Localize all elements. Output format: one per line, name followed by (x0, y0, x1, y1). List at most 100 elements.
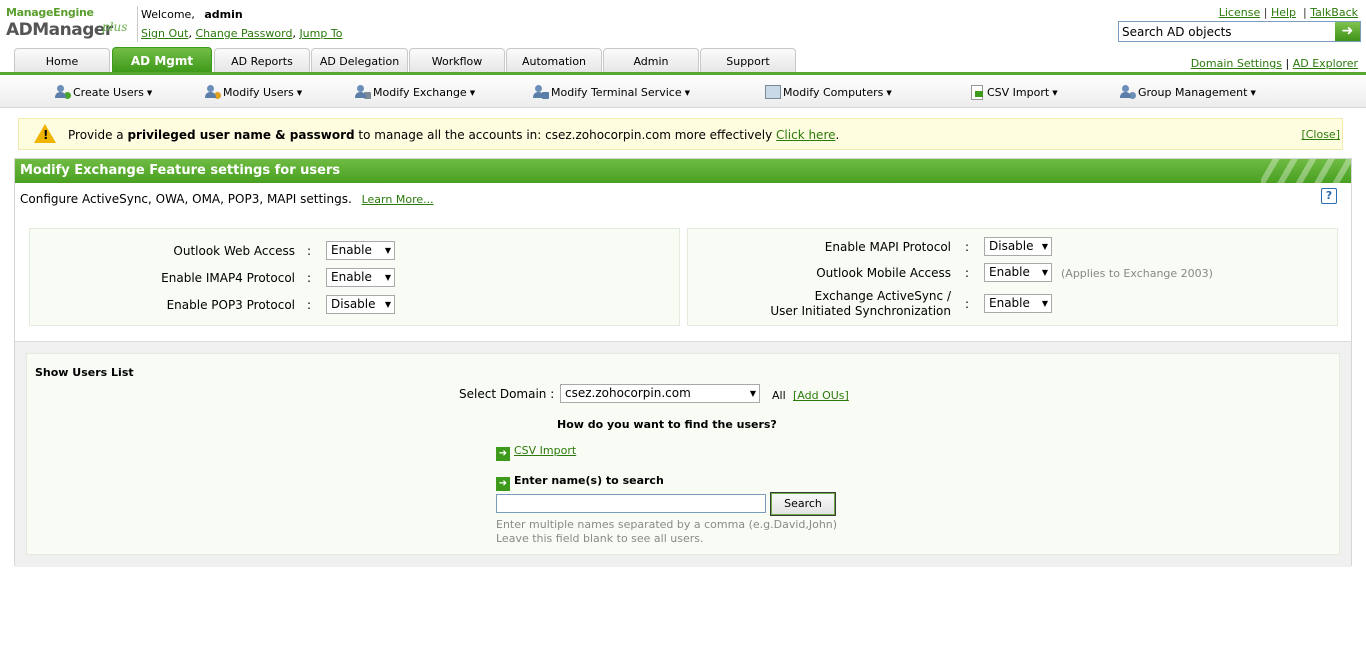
colon: : (307, 298, 312, 312)
learn-more-link[interactable]: Learn More... (362, 193, 434, 206)
owa-select[interactable]: Enable ▼ (326, 241, 395, 260)
exchange-2003-note: (Applies to Exchange 2003) (1061, 267, 1213, 280)
tab-automation[interactable]: Automation (506, 48, 602, 72)
submenu-modify-exchange[interactable]: Modify Exchange ▼ (355, 85, 475, 99)
modify-exchange-icon (355, 85, 371, 99)
submenu-bar: Create Users ▼ Modify Users ▼ Modify Excha… (0, 75, 1366, 108)
all-label: All (772, 389, 786, 402)
colon: : (307, 271, 312, 285)
enter-names-label: Enter name(s) to search (514, 474, 664, 487)
submenu-label: CSV Import (987, 86, 1050, 99)
change-password-link[interactable]: Change Password (195, 27, 292, 40)
domain-select[interactable]: csez.zohocorpin.com ▼ (560, 384, 760, 403)
help-link[interactable]: Help (1271, 6, 1296, 19)
submenu-group-management[interactable]: Group Management ▼ (1120, 85, 1256, 99)
setting-label: Outlook Mobile Access (816, 266, 951, 280)
alert-text: . (835, 128, 840, 142)
tab-admin[interactable]: Admin (603, 48, 699, 72)
submenu-create-users[interactable]: Create Users ▼ (55, 85, 152, 99)
panel-description: Configure ActiveSync, OWA, OMA, POP3, MA… (20, 192, 434, 206)
csv-import-link[interactable]: CSV Import (514, 444, 576, 457)
submenu-csv-import[interactable]: CSV Import ▼ (969, 85, 1058, 100)
ad-search-input[interactable] (1119, 22, 1334, 41)
submenu-modify-terminal-service[interactable]: Modify Terminal Service ▼ (533, 85, 690, 99)
caret-down-icon: ▼ (146, 89, 153, 97)
jump-to-link[interactable]: Jump To (299, 27, 342, 40)
find-users-question: How do you want to find the users? (557, 418, 777, 431)
csv-import-option[interactable]: ➜ CSV Import (496, 444, 576, 461)
caret-down-icon: ▼ (469, 89, 476, 97)
setting-label: Exchange ActiveSync / (814, 289, 951, 303)
submenu-modify-users[interactable]: Modify Users ▼ (205, 85, 302, 99)
search-button[interactable]: Search (770, 492, 836, 516)
header-divider (137, 6, 138, 42)
panel-title: Modify Exchange Feature settings for use… (20, 163, 341, 178)
user-links: Sign Out, Change Password, Jump To (141, 27, 343, 40)
tab-ad-reports[interactable]: AD Reports (214, 48, 310, 72)
sign-out-link[interactable]: Sign Out (141, 27, 188, 40)
dropdown-arrow-icon: ▼ (749, 389, 756, 398)
colon: : (965, 240, 970, 254)
terminal-service-icon (533, 85, 549, 99)
click-here-link[interactable]: Click here (776, 128, 835, 142)
manageengine-logo: ManageEngine ADManager plus (6, 6, 136, 46)
ad-explorer-link[interactable]: AD Explorer (1293, 57, 1358, 70)
alert-close-link[interactable]: [Close] (1301, 128, 1340, 141)
computer-icon (765, 85, 781, 99)
caret-down-icon: ▼ (886, 89, 892, 97)
oma-select[interactable]: Enable ▼ (984, 263, 1052, 282)
colon: : (965, 266, 970, 280)
show-users-box: Show Users List Select Domain : csez.zoh… (26, 353, 1340, 555)
dropdown-arrow-icon: ▼ (384, 300, 391, 309)
warning-icon: ! (34, 124, 56, 143)
add-ous-link[interactable]: [Add OUs] (793, 389, 849, 402)
pop3-select[interactable]: Disable ▼ (326, 295, 395, 314)
activesync-select[interactable]: Enable ▼ (984, 294, 1052, 313)
username: admin (204, 8, 243, 21)
mapi-select[interactable]: Disable ▼ (984, 237, 1052, 256)
search-go-icon[interactable]: ➜ (1335, 22, 1360, 41)
imap4-select[interactable]: Enable ▼ (326, 268, 395, 287)
tab-home[interactable]: Home (14, 48, 110, 72)
arrow-right-icon: ➜ (496, 447, 510, 461)
submenu-label: Modify Users (223, 86, 294, 99)
talkback-link[interactable]: TalkBack (1310, 6, 1358, 19)
submenu-label: Modify Terminal Service (551, 86, 682, 99)
domain-links: Domain Settings | AD Explorer (1190, 57, 1358, 70)
right-settings-box: Enable MAPI Protocol : Disable ▼ Outlook … (687, 228, 1338, 326)
dropdown-arrow-icon: ▼ (1041, 299, 1048, 308)
license-link[interactable]: License (1219, 6, 1260, 19)
hint-blank-field: Leave this field blank to see all users. (496, 532, 704, 545)
domain-settings-link[interactable]: Domain Settings (1191, 57, 1282, 70)
dropdown-arrow-icon: ▼ (1041, 242, 1048, 251)
setting-label: Enable MAPI Protocol (824, 240, 951, 254)
tab-ad-delegation[interactable]: AD Delegation (311, 48, 408, 72)
colon: : (307, 244, 312, 258)
group-icon (1120, 85, 1136, 99)
select-value: Enable (331, 270, 372, 284)
welcome-label: Welcome, (141, 8, 195, 21)
alert-text: to manage all the accounts in: csez.zoho… (354, 128, 777, 142)
hint-multiple-names: Enter multiple names separated by a comm… (496, 518, 838, 531)
caret-down-icon: ▼ (296, 89, 303, 97)
alert-bold-text: privileged user name & password (127, 128, 355, 142)
tab-support[interactable]: Support (700, 48, 796, 72)
setting-label: Enable POP3 Protocol (166, 298, 295, 312)
dropdown-arrow-icon: ▼ (1041, 268, 1048, 277)
submenu-label: Modify Computers (783, 86, 884, 99)
tab-ad-mgmt[interactable]: AD Mgmt (112, 47, 212, 72)
submenu-label: Create Users (73, 86, 144, 99)
tab-workflow[interactable]: Workflow (409, 48, 505, 72)
top-links: License | Help | TalkBack (1218, 6, 1358, 19)
welcome-message: Welcome, admin (141, 8, 243, 21)
setting-label: User Initiated Synchronization (770, 304, 951, 318)
names-search-input[interactable] (496, 494, 766, 513)
show-users-title: Show Users List (35, 366, 134, 379)
users-list-section: Show Users List Select Domain : csez.zoh… (15, 341, 1351, 567)
submenu-modify-computers[interactable]: Modify Computers ▼ (765, 85, 892, 99)
help-icon[interactable]: ? (1321, 188, 1337, 204)
alert-text: Provide a (68, 128, 128, 142)
modify-exchange-panel: Modify Exchange Feature settings for use… (14, 158, 1352, 567)
enter-names-option: ➜ Enter name(s) to search (496, 474, 664, 491)
ad-search-box: ➜ (1118, 21, 1361, 42)
